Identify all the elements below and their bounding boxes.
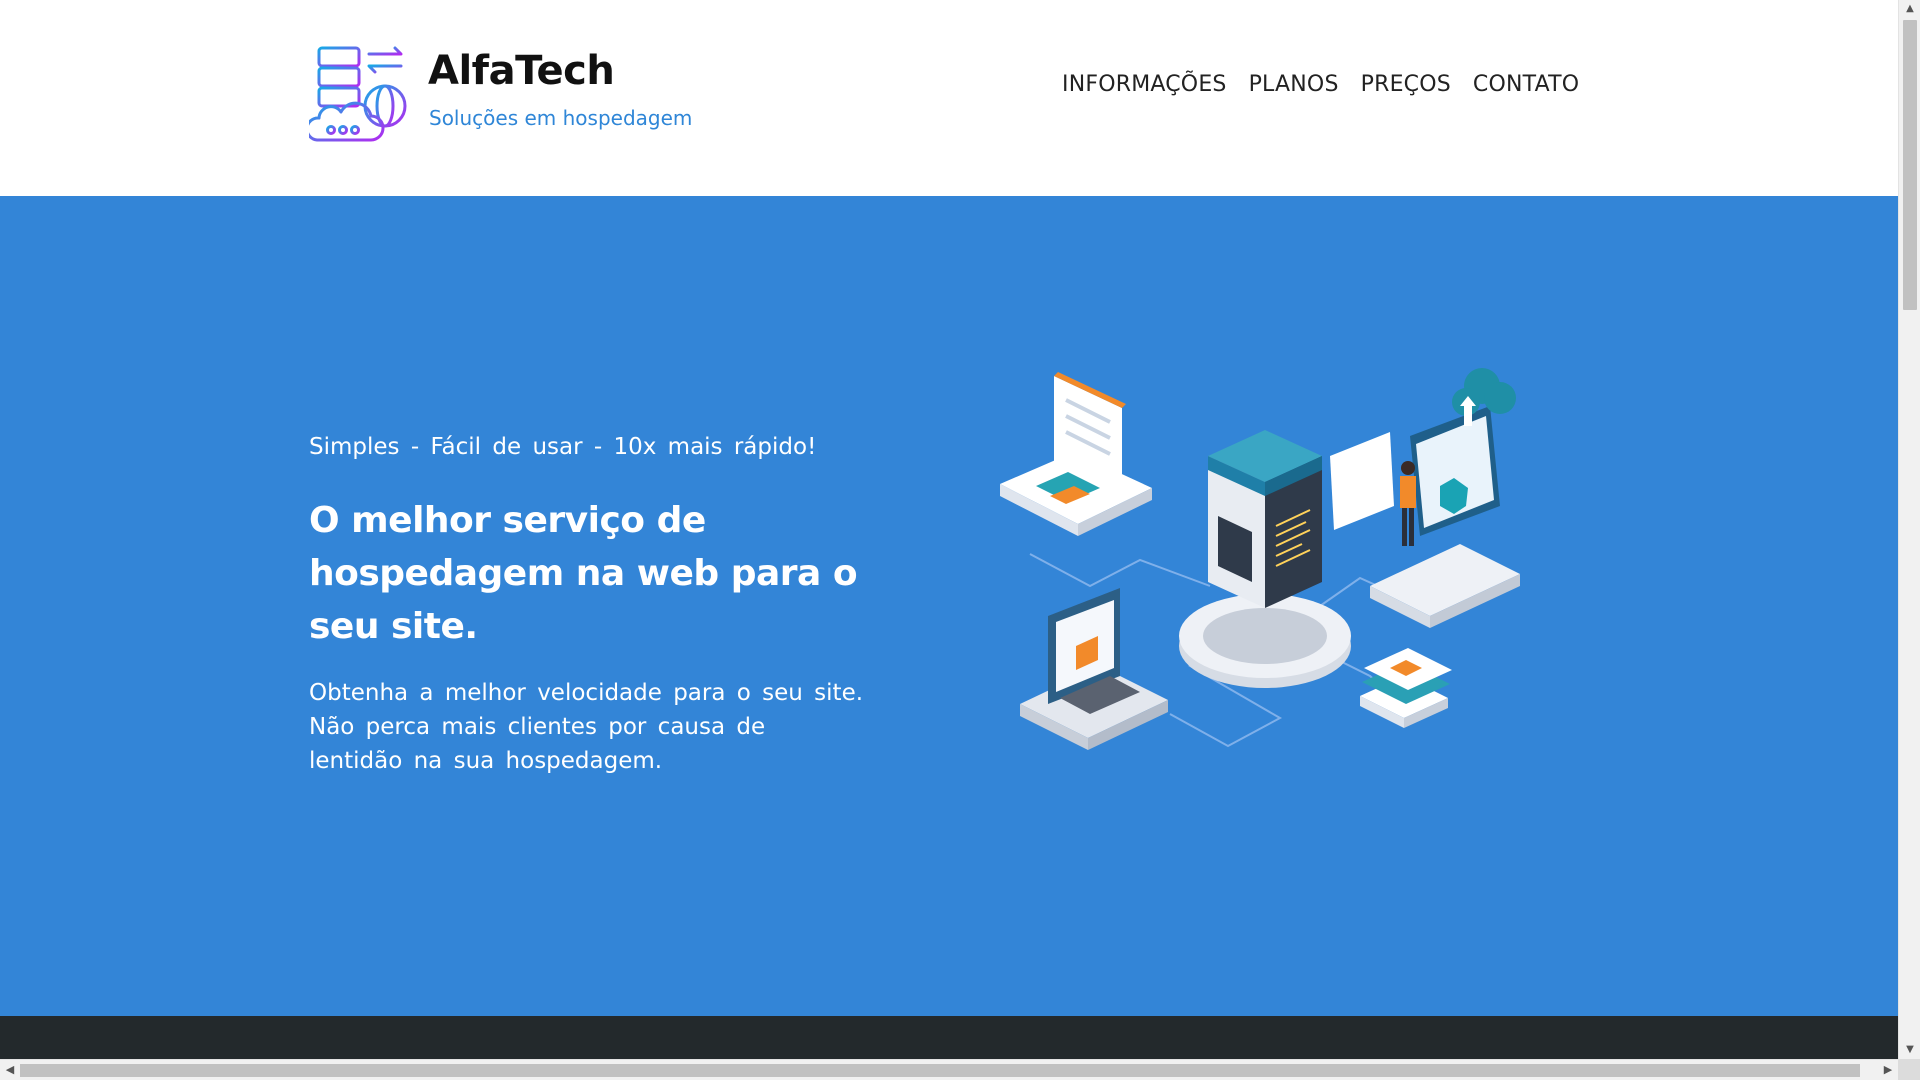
scroll-left-arrow-icon[interactable]: ◀ — [4, 1064, 16, 1076]
scroll-down-arrow-icon[interactable]: ▼ — [1905, 1045, 1915, 1055]
hero-section: Simples - Fácil de usar - 10x mais rápid… — [0, 196, 1898, 1016]
hero-description: Obtenha a melhor velocidade para o seu s… — [309, 680, 864, 774]
nav-precos[interactable]: PREÇOS — [1361, 72, 1451, 97]
brand-subtitle: Soluções em hospedagem — [429, 106, 693, 130]
main-nav: INFORMAÇÕES PLANOS PREÇOS CONTATO — [1062, 72, 1579, 97]
hero-tagline: Simples - Fácil de usar - 10x mais rápid… — [309, 434, 817, 460]
vertical-scroll-thumb[interactable] — [1903, 20, 1917, 310]
server-cloud-globe-icon[interactable] — [309, 44, 411, 144]
nav-planos[interactable]: PLANOS — [1249, 72, 1339, 97]
footer-band — [0, 1016, 1898, 1059]
vertical-scrollbar[interactable]: ▲ ▼ — [1898, 0, 1920, 1059]
scrollbar-corner — [1898, 1059, 1920, 1080]
horizontal-scroll-thumb[interactable] — [20, 1064, 1860, 1077]
nav-informacoes[interactable]: INFORMAÇÕES — [1062, 72, 1227, 97]
horizontal-scrollbar[interactable]: ◀ ▶ — [0, 1059, 1898, 1080]
site-header: AlfaTech Soluções em hospedagem INFORMAÇ… — [0, 0, 1898, 196]
brand-title[interactable]: AlfaTech — [428, 48, 615, 94]
scroll-up-arrow-icon[interactable]: ▲ — [1905, 4, 1915, 14]
isometric-hosting-illustration — [1000, 368, 1520, 750]
scroll-right-arrow-icon[interactable]: ▶ — [1882, 1064, 1894, 1076]
hero-headline: O melhor serviço de hospedagem na web pa… — [309, 500, 858, 647]
nav-contato[interactable]: CONTATO — [1473, 72, 1579, 97]
browser-viewport: AlfaTech Soluções em hospedagem INFORMAÇ… — [0, 0, 1898, 1059]
